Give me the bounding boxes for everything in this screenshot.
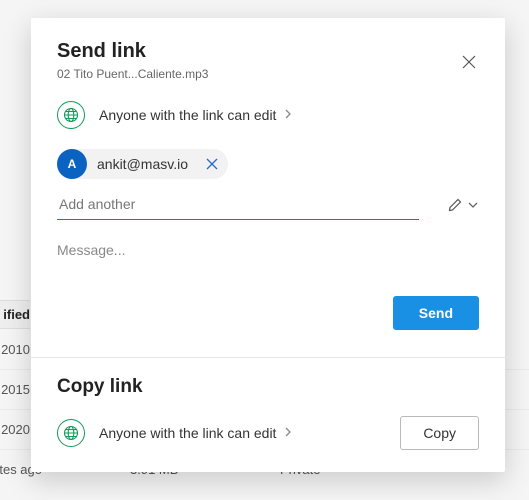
bg-column-header: ified	[0, 300, 30, 329]
copy-link-title: Copy link	[57, 376, 479, 398]
bg-date: 2015	[0, 382, 30, 397]
chevron-right-icon	[284, 426, 292, 440]
message-input[interactable]	[57, 242, 479, 290]
recipient-email: ankit@masv.io	[97, 156, 188, 172]
remove-recipient-button[interactable]	[206, 158, 218, 170]
chevron-down-icon	[467, 200, 479, 210]
filename-label: 02 Tito Puent...Caliente.mp3	[57, 67, 208, 81]
bg-date: 2020	[0, 422, 30, 437]
avatar: A	[57, 149, 87, 179]
add-recipient-input[interactable]	[57, 189, 419, 220]
permission-dropdown-button[interactable]	[467, 200, 479, 210]
chevron-right-icon	[284, 108, 292, 122]
send-link-dialog: Send link 02 Tito Puent...Caliente.mp3 A…	[31, 18, 505, 472]
bg-date: 2010	[0, 342, 30, 357]
globe-icon	[57, 419, 85, 447]
link-permission-button[interactable]: Anyone with the link can edit	[57, 101, 479, 129]
dialog-title: Send link	[57, 40, 208, 63]
close-icon	[206, 158, 218, 170]
copy-button[interactable]: Copy	[400, 416, 479, 450]
copy-link-permission-button[interactable]: Anyone with the link can edit	[57, 419, 292, 447]
edit-permission-button[interactable]	[447, 197, 463, 213]
close-icon	[462, 55, 476, 69]
close-button[interactable]	[453, 46, 485, 78]
recipient-chip[interactable]: A ankit@masv.io	[57, 149, 228, 179]
globe-icon	[57, 101, 85, 129]
permission-text: Anyone with the link can edit	[99, 107, 276, 123]
copy-permission-text: Anyone with the link can edit	[99, 425, 276, 441]
send-button[interactable]: Send	[393, 296, 479, 330]
pencil-icon	[447, 197, 463, 213]
